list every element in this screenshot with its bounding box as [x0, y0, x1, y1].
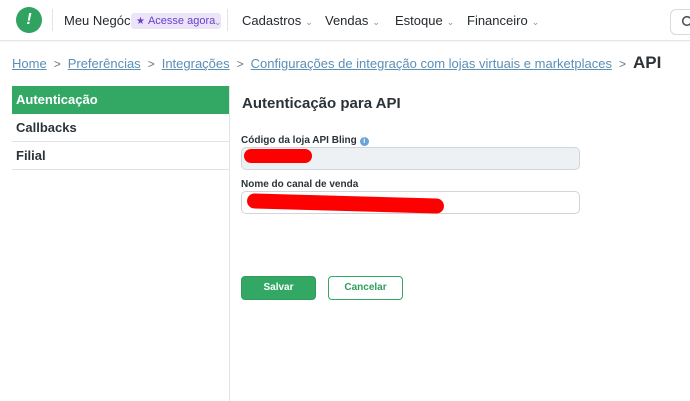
- chevron-down-icon: ⌄: [372, 17, 380, 27]
- chevron-down-icon: ⌄: [531, 17, 540, 27]
- nav-label: Meu Negócio: [64, 13, 141, 28]
- nav-meu-negocio-chevron[interactable]: ⌄: [210, 0, 222, 41]
- field-label-text: Código da loja API Bling: [241, 135, 357, 146]
- star-icon: ★: [136, 16, 145, 27]
- breadcrumb-separator: >: [147, 57, 155, 71]
- sidebar-item-filial[interactable]: Filial: [12, 142, 229, 170]
- section-title: Autenticação para API: [242, 95, 401, 112]
- nome-canal-label: Nome do canal de venda: [241, 179, 359, 190]
- settings-sidebar: Autenticação Callbacks Filial: [12, 86, 229, 170]
- codigo-loja-label: Código da loja API Bling i: [241, 135, 369, 146]
- chevron-down-icon: ⌄: [214, 17, 222, 27]
- nav-label: Financeiro: [467, 13, 528, 28]
- save-button[interactable]: Salvar: [241, 276, 316, 300]
- nav-divider: [227, 9, 228, 31]
- breadcrumb-integracoes[interactable]: Integrações: [162, 56, 230, 71]
- search-box[interactable]: [670, 9, 690, 35]
- sidebar-item-callbacks[interactable]: Callbacks: [12, 114, 229, 142]
- info-icon[interactable]: i: [359, 137, 369, 146]
- app-logo[interactable]: !: [16, 7, 42, 33]
- breadcrumb: Home > Preferências > Integrações > Configuraç…: [12, 51, 661, 75]
- top-navbar: ! Meu Negócio ★ Acesse agora ⌄ Cadastros ⌄…: [0, 0, 690, 41]
- nav-label: Vendas: [325, 13, 369, 28]
- chevron-down-icon: ⌄: [305, 17, 313, 27]
- nav-cadastros[interactable]: Cadastros ⌄: [242, 0, 313, 41]
- page-title: API: [632, 53, 662, 72]
- breadcrumb-home[interactable]: Home: [12, 56, 47, 71]
- breadcrumb-preferencias[interactable]: Preferências: [68, 56, 141, 71]
- sidebar-item-autenticacao[interactable]: Autenticação: [12, 86, 229, 114]
- nav-estoque[interactable]: Estoque ⌄: [395, 0, 454, 41]
- nav-vendas[interactable]: Vendas ⌄: [325, 0, 380, 41]
- nav-label: Cadastros: [242, 13, 302, 28]
- search-icon: [681, 15, 690, 27]
- breadcrumb-separator: >: [236, 57, 244, 71]
- sidebar-divider: [229, 86, 230, 401]
- nav-meu-negocio[interactable]: Meu Negócio: [64, 0, 141, 41]
- breadcrumb-configuracoes[interactable]: Configurações de integração com lojas vi…: [251, 56, 612, 71]
- nav-financeiro[interactable]: Financeiro ⌄: [467, 0, 539, 41]
- cancel-button[interactable]: Cancelar: [328, 276, 403, 300]
- nav-label: Estoque: [395, 13, 443, 28]
- breadcrumb-separator: >: [53, 57, 61, 71]
- breadcrumb-separator: >: [618, 57, 626, 71]
- acesse-agora-badge[interactable]: ★ Acesse agora: [131, 13, 222, 29]
- badge-label: Acesse agora: [147, 15, 216, 27]
- nav-divider: [52, 9, 53, 31]
- redaction-mark: [244, 149, 312, 163]
- chevron-down-icon: ⌄: [446, 17, 455, 27]
